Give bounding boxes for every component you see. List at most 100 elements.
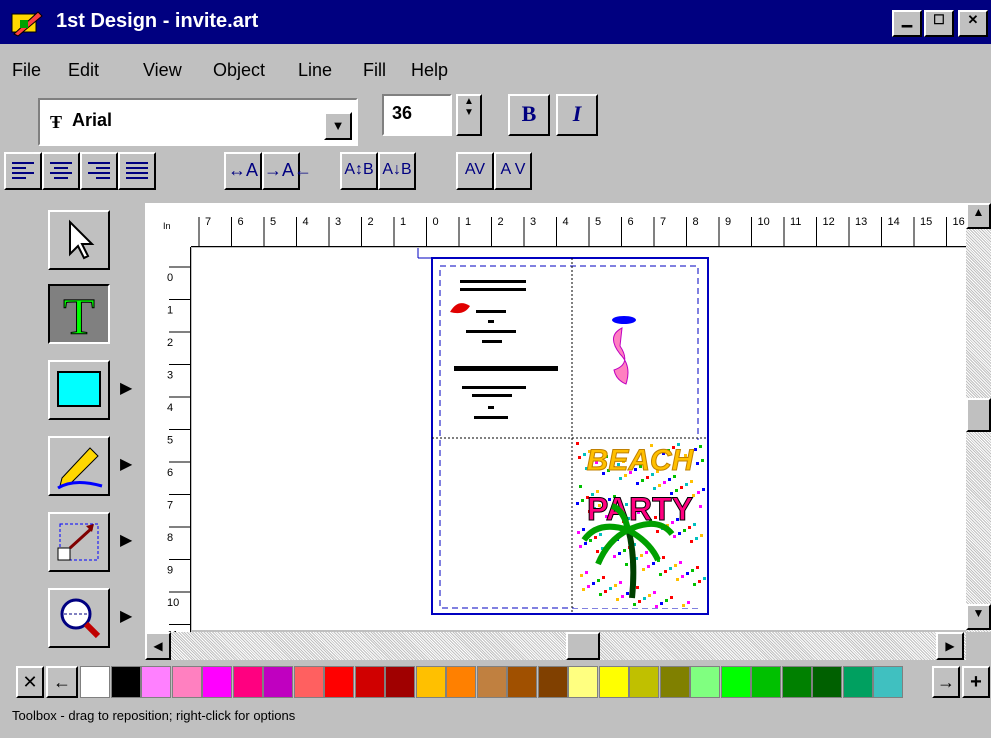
zoom-tool[interactable]: [48, 588, 110, 648]
add-color-button[interactable]: +: [962, 666, 990, 698]
color-swatch[interactable]: [324, 666, 354, 698]
arrow-down-icon[interactable]: ▼: [458, 107, 480, 118]
align-right-button[interactable]: [80, 152, 118, 190]
vertical-scroll-thumb[interactable]: [966, 398, 991, 432]
confetti-dot: [625, 563, 628, 566]
horizontal-scrollbar[interactable]: [145, 632, 966, 660]
color-swatch[interactable]: [80, 666, 110, 698]
bold-button[interactable]: B: [508, 94, 550, 136]
transform-flyout-icon[interactable]: ▶: [120, 530, 132, 550]
beach-title: BEACH: [587, 444, 695, 477]
confetti-dot: [686, 572, 689, 575]
color-swatch[interactable]: [476, 666, 507, 698]
align-left-button[interactable]: [4, 152, 42, 190]
ruler-tick-label: 10: [167, 597, 179, 609]
zoom-flyout-icon[interactable]: ▶: [120, 606, 132, 626]
text-tool[interactable]: T: [48, 284, 110, 347]
palette-scroll-right-button[interactable]: →: [932, 666, 960, 698]
align-right-icon: [88, 162, 110, 179]
ruler-tick-label: 7: [205, 216, 211, 228]
truetype-icon: Ŧ: [50, 112, 63, 132]
vertical-ruler[interactable]: 01234567891011: [145, 247, 191, 632]
horizontal-ruler[interactable]: 7 6 5 4 3 2 1 0 1 2 3 4 5 6 7 8 9 10 11 12 13 14 15 16: [191, 203, 966, 247]
narrow-text-button[interactable]: →A←: [262, 152, 312, 190]
menu-line[interactable]: Line: [298, 60, 332, 81]
scroll-up-button[interactable]: ▲: [966, 203, 991, 229]
size-spinner[interactable]: ▲ ▼: [456, 94, 482, 136]
freehand-tool[interactable]: [48, 436, 110, 496]
rectangle-tool[interactable]: [48, 360, 110, 420]
ruler-tick-label: 6: [628, 216, 634, 228]
confetti-dot: [662, 556, 665, 559]
color-swatch[interactable]: [812, 666, 842, 698]
line-spacing-increase-button[interactable]: A↕B: [340, 152, 378, 190]
color-swatch[interactable]: [690, 666, 720, 698]
color-swatch[interactable]: [659, 666, 690, 698]
arrow-left-icon: ◀: [153, 639, 163, 653]
italic-button[interactable]: I: [556, 94, 598, 136]
color-swatch[interactable]: [415, 666, 446, 698]
font-dropdown-button[interactable]: ▼: [324, 112, 352, 140]
menu-edit[interactable]: Edit: [68, 60, 99, 81]
drawing-canvas[interactable]: BEACH PARTY: [192, 248, 966, 630]
color-swatch[interactable]: [354, 666, 385, 698]
color-swatch[interactable]: [873, 666, 903, 698]
ruler-tick-label: 10: [758, 216, 770, 228]
scroll-down-button[interactable]: ▼: [966, 604, 991, 630]
palette-scroll-left-button[interactable]: ←: [46, 666, 78, 698]
minimize-button[interactable]: ▁: [892, 10, 922, 37]
kern-loosen-button[interactable]: A V: [494, 152, 532, 190]
ruler-tick-label: 2: [498, 216, 504, 228]
color-swatch[interactable]: [720, 666, 751, 698]
align-center-button[interactable]: [42, 152, 80, 190]
maximize-button[interactable]: ☐: [924, 10, 954, 37]
color-swatch[interactable]: [171, 666, 202, 698]
color-swatch[interactable]: [781, 666, 812, 698]
align-left-icon: [12, 162, 34, 179]
color-swatch[interactable]: [263, 666, 293, 698]
color-swatch[interactable]: [141, 666, 171, 698]
select-tool[interactable]: [48, 210, 110, 270]
menu-object[interactable]: Object: [213, 60, 265, 81]
kern-tighten-button[interactable]: AV: [456, 152, 494, 190]
no-color-button[interactable]: ✕: [16, 666, 44, 698]
menu-view[interactable]: View: [143, 60, 182, 81]
color-swatch[interactable]: [293, 666, 324, 698]
color-swatch[interactable]: [751, 666, 781, 698]
color-swatch[interactable]: [110, 666, 141, 698]
color-swatch[interactable]: [385, 666, 415, 698]
scroll-left-button[interactable]: ◀: [145, 632, 171, 660]
color-swatch[interactable]: [507, 666, 537, 698]
rectangle-flyout-icon[interactable]: ▶: [120, 378, 132, 398]
color-swatch[interactable]: [598, 666, 629, 698]
color-swatch[interactable]: [842, 666, 873, 698]
app-icon[interactable]: [10, 8, 44, 38]
spacing-decrease-icon: A↓B: [382, 161, 412, 178]
close-icon: ✕: [967, 12, 979, 27]
confetti-dot: [576, 442, 579, 445]
freehand-flyout-icon[interactable]: ▶: [120, 454, 132, 474]
kern-loosen-icon: A V: [500, 161, 526, 178]
menu-file[interactable]: File: [12, 60, 41, 81]
confetti-dot: [656, 530, 659, 533]
color-swatch[interactable]: [537, 666, 568, 698]
color-swatch[interactable]: [568, 666, 598, 698]
color-swatch[interactable]: [446, 666, 476, 698]
scroll-right-button[interactable]: ▶: [936, 632, 964, 660]
ruler-corner[interactable]: In: [145, 203, 191, 247]
close-button[interactable]: ✕: [958, 10, 988, 37]
color-swatch[interactable]: [629, 666, 659, 698]
color-swatch[interactable]: [232, 666, 263, 698]
transform-tool[interactable]: [48, 512, 110, 572]
justify-button[interactable]: [118, 152, 156, 190]
color-swatch[interactable]: [202, 666, 232, 698]
arrow-up-icon[interactable]: ▲: [458, 96, 480, 107]
menu-help[interactable]: Help: [411, 60, 448, 81]
ruler-tick-label: 8: [693, 216, 699, 228]
ruler-tick-label: 7: [167, 500, 173, 512]
line-spacing-decrease-button[interactable]: A↓B: [378, 152, 416, 190]
widen-text-button[interactable]: ↔A: [224, 152, 262, 190]
menu-fill[interactable]: Fill: [363, 60, 386, 81]
horizontal-scroll-thumb[interactable]: [566, 632, 600, 660]
ruler-tick-label: 11: [790, 216, 801, 228]
